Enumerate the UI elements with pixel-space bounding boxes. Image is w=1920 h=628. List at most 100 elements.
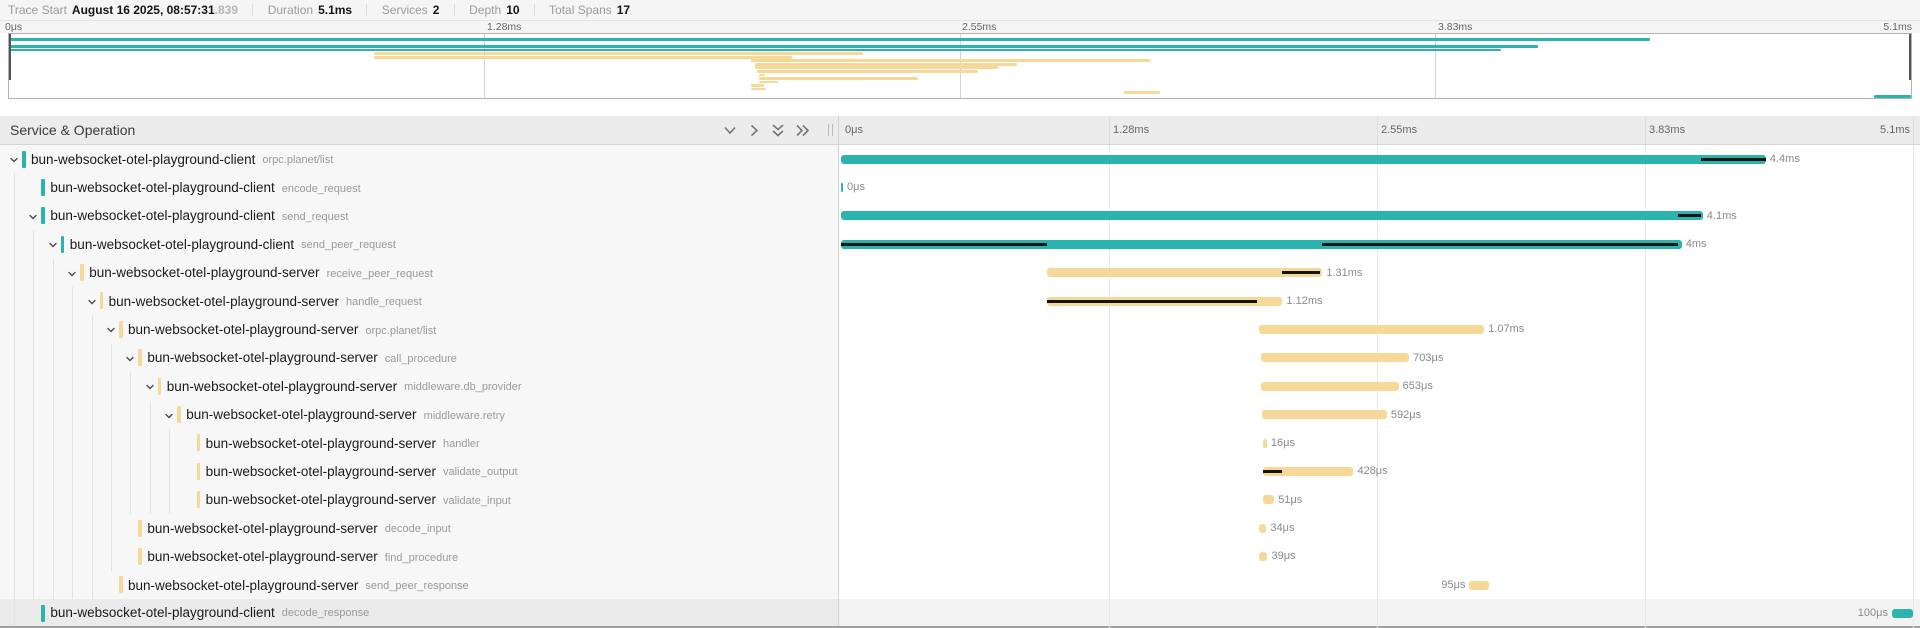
span-bar[interactable] — [1261, 382, 1398, 391]
tree-indent-guide — [14, 571, 15, 599]
span-name-cell[interactable]: bun-websocket-otel-playground-serverhand… — [0, 429, 839, 457]
span-row: bun-websocket-otel-playground-clientorpc… — [0, 145, 1920, 173]
span-bar-cell[interactable]: 703μs — [839, 344, 1920, 372]
span-bar[interactable] — [1259, 552, 1267, 561]
span-bar-cell[interactable]: 1.12ms — [839, 287, 1920, 315]
service-name: bun-websocket-otel-playground-server — [128, 322, 358, 337]
chevron-down-icon[interactable] — [144, 380, 156, 392]
tree-indent-guide — [169, 429, 170, 457]
span-row: bun-websocket-otel-playground-serverfind… — [0, 542, 1920, 570]
span-name: bun-websocket-otel-playground-serverhand… — [109, 287, 422, 315]
span-name: bun-websocket-otel-playground-clientsend… — [70, 230, 396, 258]
minimap-left-drag-handle[interactable] — [8, 33, 11, 80]
chevron-down-icon[interactable] — [163, 409, 175, 421]
tree-indent-guide — [53, 259, 54, 287]
span-bar-cell[interactable]: 16μs — [839, 429, 1920, 457]
minimap-span-bar — [374, 52, 863, 55]
span-duration-label: 0μs — [847, 173, 865, 201]
tree-indent-guide — [33, 372, 34, 400]
span-bar-cell[interactable]: 592μs — [839, 401, 1920, 429]
span-name: bun-websocket-otel-playground-serversend… — [128, 571, 469, 599]
tree-indent-guide — [150, 486, 151, 514]
span-bar[interactable] — [841, 211, 1703, 220]
span-color-indicator — [119, 321, 123, 338]
span-name-cell[interactable]: bun-websocket-otel-playground-serverrece… — [0, 259, 839, 287]
span-name-cell[interactable]: bun-websocket-otel-playground-serversend… — [0, 571, 839, 599]
span-bar[interactable] — [1259, 325, 1484, 334]
span-bar[interactable] — [1263, 439, 1266, 448]
tree-indent-guide — [14, 230, 15, 258]
span-bar-cell[interactable]: 4.4ms — [839, 145, 1920, 173]
span-name-cell[interactable]: bun-websocket-otel-playground-clientsend… — [0, 202, 839, 230]
collapse-one-level-button[interactable] — [746, 123, 762, 138]
span-bar-cell[interactable]: 100μs — [839, 599, 1920, 625]
span-name-cell[interactable]: bun-websocket-otel-playground-serverhand… — [0, 287, 839, 315]
span-name-cell[interactable]: bun-websocket-otel-playground-servermidd… — [0, 372, 839, 400]
collapse-all-button[interactable] — [794, 123, 810, 138]
minimap-canvas[interactable] — [8, 33, 1912, 99]
chevron-down-icon[interactable] — [47, 238, 59, 250]
tree-indent-guide — [14, 202, 15, 230]
minimap-right-drag-handle[interactable] — [1909, 33, 1912, 80]
span-bar-cell[interactable]: 653μs — [839, 372, 1920, 400]
chevron-down-icon[interactable] — [27, 210, 39, 222]
span-name-cell[interactable]: bun-websocket-otel-playground-serverdeco… — [0, 514, 839, 542]
span-bar-cell[interactable]: 51μs — [839, 486, 1920, 514]
span-bar[interactable] — [1469, 581, 1489, 590]
header-gridline — [1109, 116, 1110, 144]
chevron-down-icon[interactable] — [124, 352, 136, 364]
tree-indent-guide — [14, 259, 15, 287]
span-name-cell[interactable]: bun-websocket-otel-playground-servervali… — [0, 457, 839, 485]
double-chevron-right-icon — [794, 123, 810, 138]
operation-name: middleware.db_provider — [404, 379, 521, 393]
critical-path-segment — [841, 243, 1047, 246]
chevron-down-icon[interactable] — [86, 295, 98, 307]
span-bar-cell[interactable]: 4.1ms — [839, 202, 1920, 230]
minimap-gridline — [484, 34, 485, 98]
span-bar-cell[interactable]: 1.07ms — [839, 315, 1920, 343]
timeline-tick: 5.1ms — [1880, 116, 1910, 144]
span-bar-cell[interactable]: 39μs — [839, 542, 1920, 570]
minimap-span-bar — [1124, 91, 1159, 94]
chevron-down-icon[interactable] — [105, 323, 117, 335]
span-name-cell[interactable]: bun-websocket-otel-playground-clientenco… — [0, 173, 839, 201]
span-bar[interactable] — [1261, 353, 1409, 362]
tree-indent-guide — [33, 457, 34, 485]
chevron-down-icon[interactable] — [8, 153, 20, 165]
span-bar-cell[interactable]: 0μs — [839, 173, 1920, 201]
span-bar-cell[interactable]: 34μs — [839, 514, 1920, 542]
span-bar[interactable] — [1263, 495, 1274, 504]
tree-indent-guide — [150, 457, 151, 485]
duration-label: Duration — [268, 3, 313, 17]
span-name-cell[interactable]: bun-websocket-otel-playground-servercall… — [0, 344, 839, 372]
service-operation-title: Service & Operation — [10, 116, 135, 144]
span-name-cell[interactable]: bun-websocket-otel-playground-servervali… — [0, 486, 839, 514]
expand-one-level-button[interactable] — [722, 123, 738, 138]
span-bar[interactable] — [841, 183, 843, 192]
span-bar[interactable] — [841, 155, 1766, 164]
tree-indent-guide — [111, 429, 112, 457]
span-bar-cell[interactable]: 95μs — [839, 571, 1920, 599]
span-name-cell[interactable]: bun-websocket-otel-playground-clientsend… — [0, 230, 839, 258]
span-name-cell[interactable]: bun-websocket-otel-playground-servermidd… — [0, 401, 839, 429]
minimap-gridline — [1435, 34, 1436, 98]
expand-all-button[interactable] — [770, 123, 786, 138]
divider — [534, 4, 535, 16]
span-bar-cell[interactable]: 4ms — [839, 230, 1920, 258]
span-name-cell[interactable]: bun-websocket-otel-playground-clientdeco… — [0, 599, 839, 625]
span-bar-cell[interactable]: 1.31ms — [839, 259, 1920, 287]
operation-name: orpc.planet/list — [365, 323, 436, 337]
span-bar[interactable] — [1259, 524, 1266, 533]
span-bar-cell[interactable]: 428μs — [839, 457, 1920, 485]
span-name-cell[interactable]: bun-websocket-otel-playground-server orpc… — [0, 315, 839, 343]
span-bar[interactable] — [1892, 609, 1913, 618]
minimap-span-bar — [751, 84, 764, 87]
span-name-cell[interactable]: bun-websocket-otel-playground-serverfind… — [0, 542, 839, 570]
span-bar[interactable] — [1262, 410, 1386, 419]
divider — [252, 4, 253, 16]
chevron-down-icon[interactable] — [66, 267, 78, 279]
chevron-down-icon — [722, 123, 738, 138]
span-name-cell[interactable]: bun-websocket-otel-playground-clientorpc… — [0, 145, 839, 173]
service-name: bun-websocket-otel-playground-client — [31, 152, 255, 167]
span-bar[interactable] — [1047, 268, 1322, 277]
